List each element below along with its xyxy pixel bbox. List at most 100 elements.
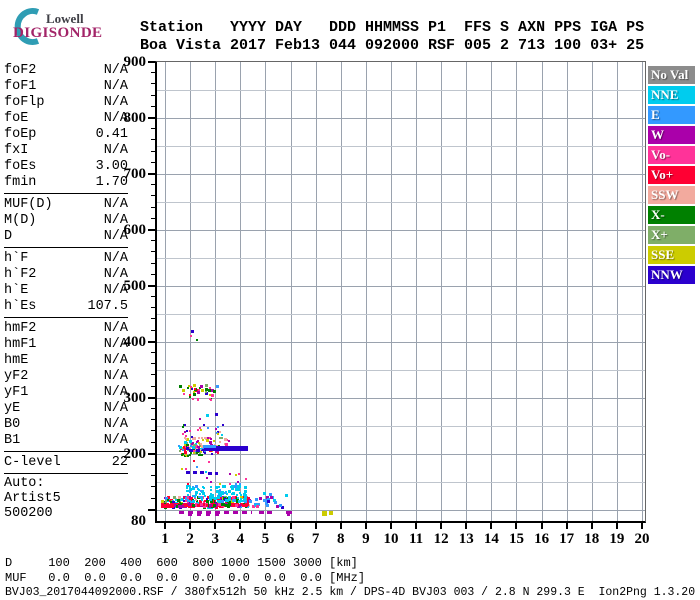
echo-dot [214,412,218,416]
echo-dot [194,499,197,502]
echo-dot [182,497,185,500]
param-label: 500200 [4,506,53,521]
echo-dot [188,454,191,457]
legend-item-x+: X+ [648,226,695,244]
x-axis-tick-label: 18 [584,531,600,547]
echo-dot [235,474,238,477]
grid-line-vertical [541,62,543,521]
x-axis-tick [314,523,317,529]
echo-dot [286,513,290,517]
echo-dot [183,440,187,444]
echo-dot [177,495,181,499]
echo-dot [238,472,241,475]
x-axis-tick [440,523,443,529]
x-axis-tick-label: 5 [261,531,270,547]
echo-dot [197,442,200,445]
echo-dot [186,489,189,492]
y-axis-tick [151,464,155,466]
y-axis-tick-label: 500 [123,277,147,294]
param-label: M(D) [4,212,37,228]
echo-trace-segment [188,448,204,452]
legend-item-sse: SSE [648,246,695,264]
echo-dot [209,397,212,400]
echo-dot [186,493,189,496]
param-label: yF2 [4,368,29,384]
x-axis-tick [164,523,166,529]
echo-dot [189,385,192,388]
echo-dot [245,502,249,506]
echo-dot [183,430,186,433]
param-value: N/A [103,142,128,158]
grid-line-horizontal [157,173,645,175]
x-axis-tick-label: 9 [362,531,370,547]
legend-item-nnw: NNW [648,266,695,284]
x-axis-tick [640,523,643,529]
echo-dot [255,504,259,508]
param-label: hmF1 [4,336,37,352]
echo-dot [191,329,195,333]
param-label: Auto: [4,476,45,491]
echo-dot [189,490,192,493]
echo-dot [203,437,206,439]
legend-item-ssw: SSW [648,186,695,204]
param-row: Artist5 [4,491,128,506]
color-legend: No Val NNE E W Vo- Vo+ SSW X- X+ SSE NNW [648,66,695,286]
x-axis-tick-label: 15 [508,531,524,547]
grid-line-vertical [641,62,643,521]
x-axis-tick-label: 1 [161,531,169,547]
echo-dot [224,498,228,502]
echo-dot [233,499,236,502]
echo-dot [196,488,199,491]
legend-item-w: W [648,126,695,144]
x-axis-tick-label: 19 [609,531,625,547]
grid-line-vertical [591,62,593,521]
x-axis-tick-label: 7 [311,531,320,547]
echo-dot [183,424,186,427]
y-axis-tick-label: 300 [123,389,147,406]
param-label: fmin [4,174,37,190]
echo-dot [216,451,219,454]
x-axis-tick-label: 2 [186,531,194,547]
y-axis-tick [148,284,155,287]
echo-dot [321,511,327,517]
param-label: B0 [4,416,21,432]
grid-line-horizontal [157,257,645,259]
y-axis-tick [151,408,155,410]
echo-dot [199,490,202,493]
echo-dot [182,426,185,429]
echo-dot [204,391,207,394]
grid-line-vertical [390,62,392,521]
x-axis-tick-label: 4 [236,531,245,547]
echo-dot [221,503,225,507]
grid-line-vertical [340,62,342,521]
echo-dot [216,496,220,500]
echo-dot [186,485,189,488]
echo-dot [208,393,211,396]
echo-dot [187,454,190,457]
y-axis-tick [151,251,155,253]
echo-dot [223,437,227,441]
echo-dot [195,452,198,455]
echo-dot [182,389,186,393]
echo-dot [184,437,187,440]
echo-dot [200,454,203,457]
echo-dot [192,384,196,388]
y-axis-tick [151,161,155,163]
echo-dot [188,503,192,507]
echo-dot [217,426,220,429]
echo-dot [185,430,188,433]
param-label: B1 [4,432,21,448]
echo-dot [234,504,238,508]
echo-dot [199,451,202,454]
param-value: 0.41 [95,126,128,142]
echo-dot [213,504,217,508]
echo-dot [208,497,212,501]
grid-line-horizontal [157,369,645,371]
echo-dot [209,480,212,483]
echo-trace-segment [259,510,272,514]
echo-dot [209,437,212,440]
y-axis-tick-label: 400 [123,333,147,350]
param-label: C-level [4,454,61,470]
echo-dot [237,496,240,499]
echo-dot [191,504,195,508]
